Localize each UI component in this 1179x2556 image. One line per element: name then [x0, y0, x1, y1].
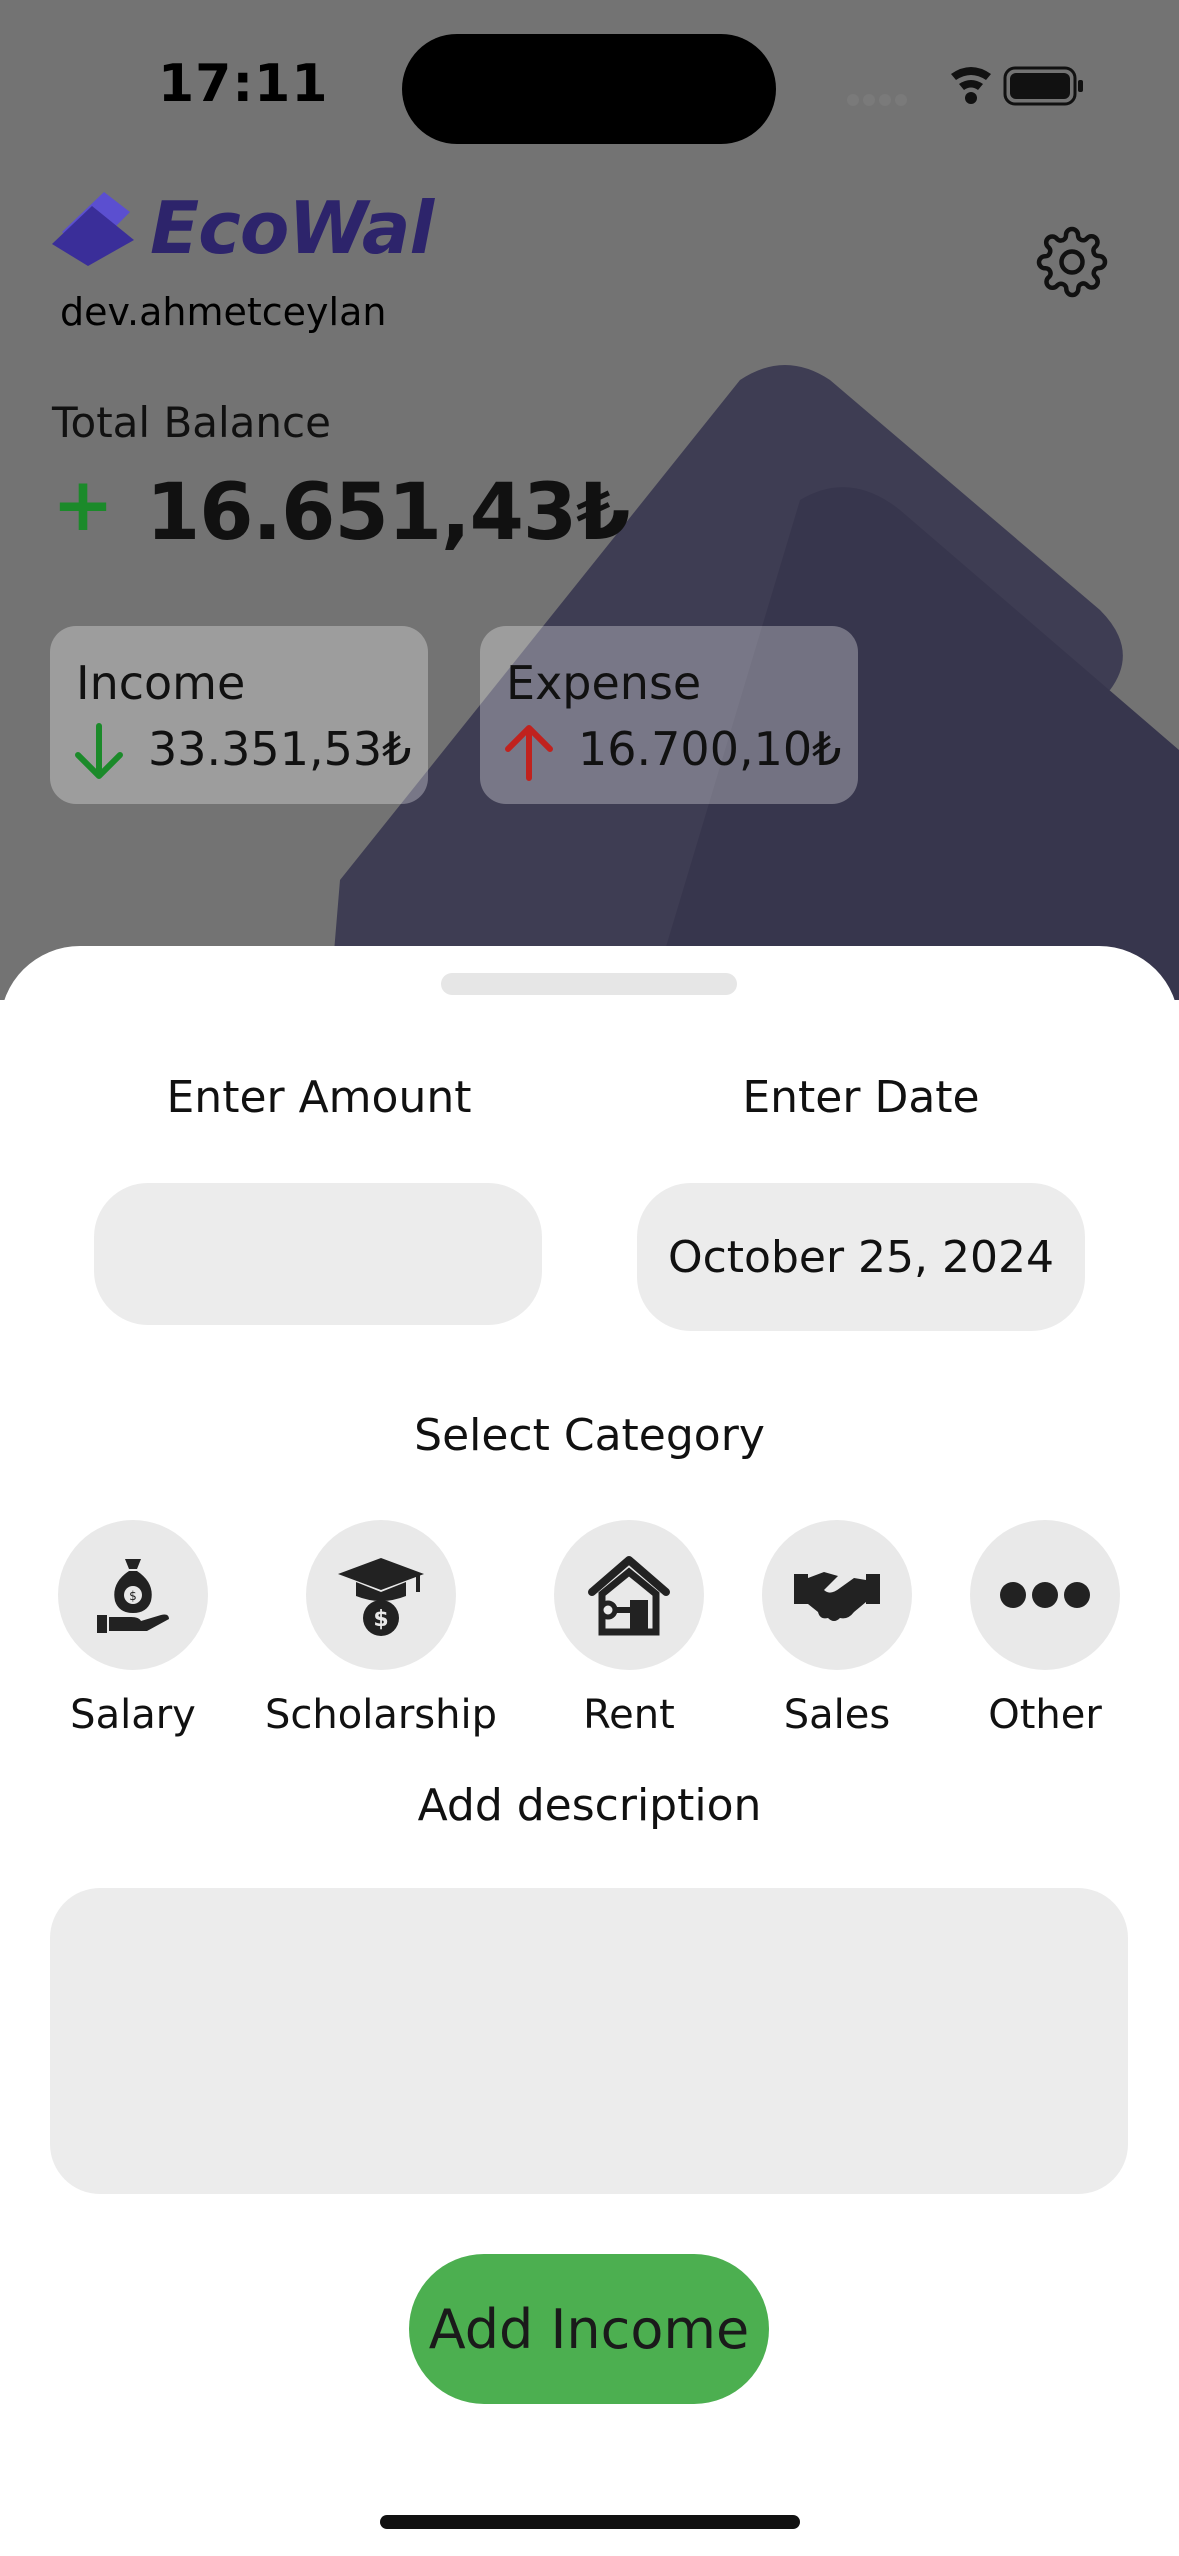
amount-input[interactable]: [94, 1183, 542, 1325]
wifi-icon: [951, 67, 991, 104]
status-icons: [847, 66, 1083, 106]
graduation-cap-coin-icon: $: [338, 1558, 424, 1636]
username: dev.ahmetceylan: [60, 290, 387, 334]
expense-value: 16.700,10₺: [578, 722, 842, 776]
category-label: Scholarship: [265, 1692, 497, 1738]
total-balance-label: Total Balance: [52, 398, 331, 447]
sheet-grabber[interactable]: [441, 973, 737, 995]
home-background: 17:11 EcoWal dev.ahmetceylan Total Balan…: [0, 0, 1179, 1000]
date-picker[interactable]: October 25, 2024: [637, 1183, 1085, 1331]
home-indicator[interactable]: [380, 2515, 800, 2529]
amount-label: Enter Amount: [166, 1072, 472, 1123]
ecowal-logo-icon: [52, 192, 134, 266]
svg-text:$: $: [373, 1607, 388, 1632]
category-circle[interactable]: [970, 1520, 1120, 1670]
svg-text:$: $: [129, 1589, 137, 1603]
income-value: 33.351,53₺: [148, 722, 412, 776]
arrow-up-icon: [505, 725, 553, 781]
category-title: Select Category: [414, 1410, 765, 1461]
more-dots-icon: [1000, 1582, 1090, 1608]
description-input[interactable]: [50, 1888, 1128, 2194]
handshake-icon: [794, 1572, 880, 1621]
description-title: Add description: [417, 1780, 762, 1831]
income-card: Income 33.351,53₺: [50, 626, 428, 804]
category-label: Other: [988, 1692, 1102, 1738]
date-label: Enter Date: [742, 1072, 980, 1123]
signal-icon: [847, 94, 907, 106]
category-circle[interactable]: [762, 1520, 912, 1670]
balance-sign: +: [52, 462, 115, 548]
gear-icon[interactable]: [1036, 226, 1108, 298]
expense-title: Expense: [506, 656, 702, 710]
screen: 17:11 EcoWal dev.ahmetceylan Total Balan…: [0, 0, 1179, 2556]
category-label: Salary: [70, 1692, 196, 1738]
dynamic-island: [402, 34, 776, 144]
brand-name: EcoWal: [150, 186, 434, 270]
total-balance-value: 16.651,43₺: [146, 468, 630, 558]
money-bag-hand-icon: $: [97, 1559, 169, 1633]
house-key-icon: [588, 1556, 670, 1636]
expense-card: Expense 16.700,10₺: [480, 626, 858, 804]
add-income-button[interactable]: Add Income: [409, 2254, 769, 2404]
battery-icon: [1003, 66, 1083, 106]
category-label: Rent: [583, 1692, 675, 1738]
category-circle[interactable]: [554, 1520, 704, 1670]
arrow-down-icon: [75, 723, 123, 779]
category-circle[interactable]: $: [58, 1520, 208, 1670]
income-title: Income: [76, 656, 246, 710]
category-circle[interactable]: $: [306, 1520, 456, 1670]
category-label: Sales: [783, 1692, 891, 1738]
status-time: 17:11: [158, 54, 329, 114]
